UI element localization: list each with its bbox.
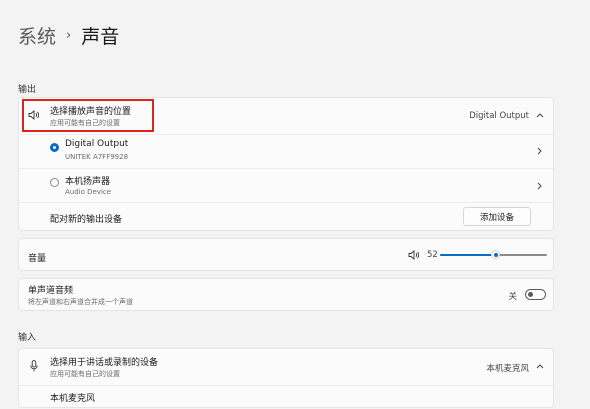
chevron-up-icon[interactable]	[536, 363, 544, 369]
output-section-label: 输出	[18, 85, 37, 95]
page-title: 声音	[81, 26, 120, 48]
radio-selected-icon[interactable]	[50, 143, 59, 152]
pair-output-row: 配对新的输出设备 添加设备	[19, 203, 553, 232]
output-device-speaker[interactable]: 本机扬声器 Audio Device	[19, 169, 553, 202]
volume-card: 音量 52	[18, 238, 554, 271]
device-detail: Audio Device	[65, 188, 112, 196]
chevron-right-icon[interactable]	[537, 182, 543, 190]
mono-toggle-state: 关	[508, 292, 517, 302]
selected-input-value: 本机麦克风	[486, 364, 529, 374]
choose-input-row[interactable]: 选择用于讲话或录制的设备 应用可能有自己的设置 本机麦克风	[19, 349, 553, 385]
breadcrumb-parent[interactable]: 系统	[18, 22, 56, 49]
radio-unselected-icon[interactable]	[50, 178, 59, 187]
choose-input-title: 选择用于讲话或录制的设备	[50, 358, 159, 368]
chevron-up-icon[interactable]	[536, 112, 544, 118]
microphone-icon	[30, 360, 38, 372]
mono-audio-card: 单声道音频 将左声道和右声道合并成一个声道 关	[18, 278, 554, 311]
volume-slider-fill	[440, 254, 496, 256]
highlight-box	[22, 99, 154, 132]
mono-audio-toggle[interactable]	[525, 289, 546, 300]
input-card: 选择用于讲话或录制的设备 应用可能有自己的设置 本机麦克风 本机麦克风	[18, 348, 554, 408]
chevron-right-icon[interactable]	[537, 147, 543, 155]
pair-output-label: 配对新的输出设备	[50, 215, 123, 225]
selected-output-value: Digital Output	[469, 111, 529, 121]
breadcrumb: 系统 › 声音	[18, 22, 119, 49]
device-name: 本机扬声器	[65, 177, 111, 187]
breadcrumb-separator-icon: ›	[66, 28, 72, 43]
volume-value: 52	[427, 250, 438, 260]
output-device-digital[interactable]: Digital Output UNITEK A7FF9928	[19, 135, 553, 168]
device-name: 本机麦克风	[50, 394, 96, 404]
input-section-label: 输入	[18, 333, 37, 343]
add-device-button[interactable]: 添加设备	[463, 207, 531, 226]
volume-label: 音量	[28, 254, 47, 264]
input-device-mic[interactable]: 本机麦克风	[19, 386, 553, 409]
device-name: Digital Output	[65, 139, 129, 149]
device-detail: UNITEK A7FF9928	[65, 153, 129, 161]
speaker-icon[interactable]	[408, 250, 420, 260]
mono-audio-title: 单声道音频	[28, 286, 74, 296]
volume-slider-thumb[interactable]	[491, 250, 500, 259]
choose-input-subtitle: 应用可能有自己的设置	[50, 370, 120, 378]
mono-audio-subtitle: 将左声道和右声道合并成一个声道	[28, 298, 133, 306]
